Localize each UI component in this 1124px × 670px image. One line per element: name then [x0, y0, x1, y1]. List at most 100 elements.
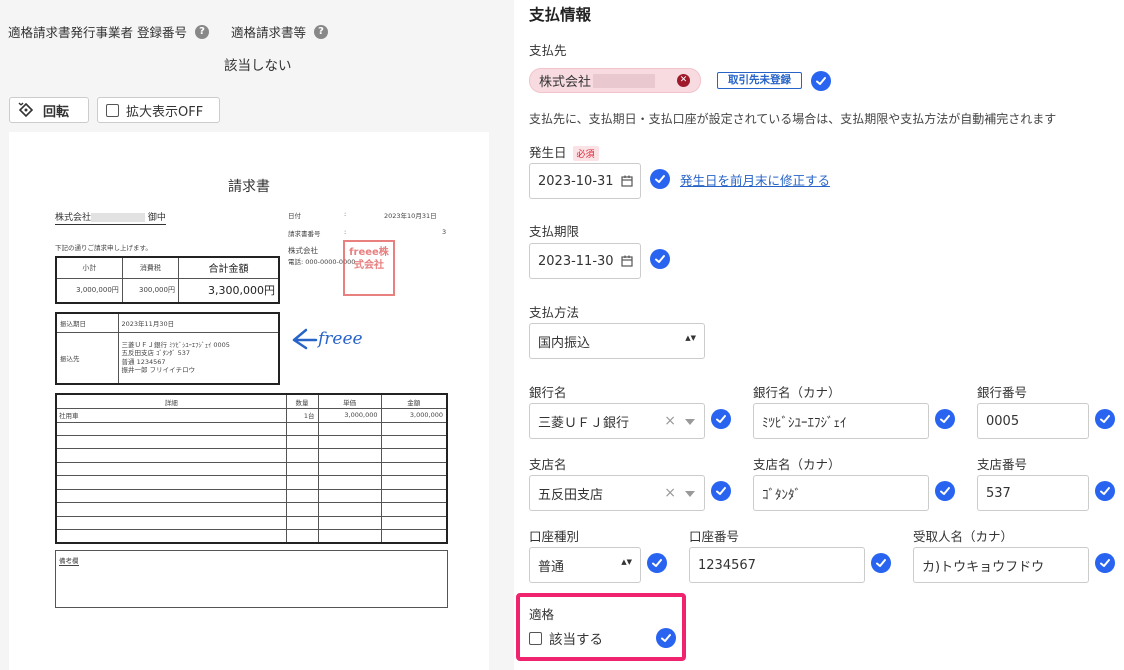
recipient-input[interactable]: カ)トウキョウフドウ	[913, 547, 1089, 583]
question-circle-icon[interactable]: ?	[314, 24, 328, 39]
partner-name: 株式会社	[539, 75, 592, 90]
bank-code-value: 0005	[986, 413, 1020, 429]
table-row	[55, 421, 448, 436]
partner-chip[interactable]: 株式会社 ✕	[529, 68, 701, 93]
summary-table: 小計 消費税 合計金額 3,000,000円 300,000円 3,300,00…	[55, 256, 280, 304]
close-icon[interactable]: ✕	[677, 74, 690, 87]
check-circle-icon	[650, 169, 670, 189]
remarks-label: 備考欄	[59, 557, 79, 566]
account-number-input[interactable]: 1234567	[689, 547, 865, 583]
branch-combobox[interactable]: 五反田支店 ×	[529, 475, 705, 511]
detail-header: 数量	[285, 393, 319, 410]
branch-value: 五反田支店	[538, 487, 604, 503]
partner-label: 支払先	[529, 43, 567, 58]
qualified-checkbox[interactable]	[529, 631, 542, 645]
zoom-toggle[interactable]: 拡大表示OFF	[97, 97, 220, 123]
due-date-value: 2023-11-30	[538, 253, 614, 269]
account-number-label: 口座番号	[689, 529, 740, 544]
branch-label: 支店名	[529, 457, 567, 472]
branch-kana-value: ｺﾞﾀﾝﾀﾞ	[762, 487, 801, 503]
client-suffix: 御中	[147, 213, 166, 223]
table-row	[55, 515, 448, 531]
check-circle-icon	[711, 481, 731, 501]
rotate-button[interactable]: 回転	[9, 97, 89, 123]
calendar-icon[interactable]	[621, 175, 633, 187]
chevron-down-icon[interactable]	[685, 491, 695, 497]
bank-name-label: 銀行名	[529, 385, 567, 400]
close-icon[interactable]: ×	[664, 485, 676, 501]
select-arrows-icon: ▲▼	[685, 334, 696, 342]
branch-kana-input[interactable]: ｺﾞﾀﾝﾀﾞ	[753, 475, 929, 511]
date-colon: :	[344, 210, 347, 218]
qualified-label: 適格	[529, 607, 555, 622]
zoom-checkbox[interactable]	[106, 103, 119, 117]
due-date-label: 支払期限	[529, 224, 580, 239]
due-value: 2023年11月30日	[117, 312, 280, 333]
table-row	[55, 475, 448, 490]
number-value: 3	[442, 228, 447, 236]
freee-logo-text: freee	[316, 329, 363, 349]
redacted-block	[593, 73, 656, 88]
bank-name-combobox[interactable]: 三菱ＵＦＪ銀行 ×	[529, 403, 705, 439]
qualified-invoice-label: 適格請求書等	[230, 25, 306, 40]
dest-line: 三菱ＵＦＪ銀行 ﾐﾂﾋﾞｼﾕｰｴﾌｼﾞｪｲ 0005	[121, 340, 230, 349]
branch-kana-label: 支店名（カナ）	[753, 457, 841, 472]
table-row	[55, 502, 448, 517]
autofill-note: 支払先に、支払期日・支払口座が設定されている場合は、支払期限や支払方法が自動補完…	[529, 112, 1057, 126]
account-type-label: 口座種別	[529, 529, 580, 544]
check-circle-icon	[935, 409, 955, 429]
branch-code-value: 537	[986, 485, 1011, 501]
table-row	[55, 448, 448, 463]
qualified-invoice-value: 該当しない	[224, 58, 292, 74]
issue-date-label-text: 発生日	[529, 145, 567, 160]
qualified-checkbox-row[interactable]: 該当する	[529, 628, 603, 648]
invoice-document: 請求書 株式会社 御中 日付 : 2023年10月31日 請求書番号 : 3 株…	[9, 132, 489, 670]
dest-value: 三菱ＵＦＪ銀行 ﾐﾂﾋﾞｼﾕｰｴﾌｼﾞｪｲ 0005 五反田支店 ｺﾞﾀﾝﾀﾞ …	[117, 331, 280, 385]
payment-method-label: 支払方法	[529, 305, 580, 320]
account-type-select[interactable]: 普通 ▲▼	[529, 547, 641, 583]
question-circle-icon[interactable]: ?	[194, 24, 209, 39]
tax-value: 300,000円	[121, 277, 179, 304]
detail-cell: 社用車	[55, 408, 287, 423]
table-row	[55, 488, 448, 504]
due-label: 振込期日	[55, 312, 119, 333]
table-row	[55, 434, 448, 450]
dest-label: 振込先	[55, 331, 119, 385]
fix-issue-date-link[interactable]: 発生日を前月末に修正する	[680, 170, 830, 189]
bank-kana-input[interactable]: ﾐﾂﾋﾞｼﾕｰｴﾌｼﾞｪｲ	[753, 403, 929, 439]
rotate-label: 回転	[43, 104, 70, 120]
redacted-block	[91, 213, 146, 222]
check-circle-icon	[711, 409, 731, 429]
check-circle-icon	[1095, 409, 1115, 429]
issuer-name: 株式会社	[288, 246, 318, 255]
close-icon[interactable]: ×	[664, 413, 676, 429]
payment-method-value: 国内振込	[538, 335, 591, 351]
number-colon: :	[344, 228, 347, 236]
zoom-label: 拡大表示OFF	[126, 104, 204, 120]
dest-line: 振井一郎 フリイイチロウ	[121, 366, 196, 375]
recipient-label: 受取人名（カナ）	[913, 529, 1014, 544]
payment-method-select[interactable]: 国内振込 ▲▼	[529, 323, 705, 359]
branch-code-label: 支店番号	[977, 457, 1028, 472]
detail-header: 単価	[317, 393, 382, 410]
freee-logo: freee	[292, 328, 363, 350]
section-title: 支払情報	[529, 6, 592, 24]
bank-kana-label: 銀行名（カナ）	[753, 385, 841, 400]
table-row	[55, 529, 448, 544]
summary-header: 合計金額	[177, 256, 280, 279]
branch-code-input[interactable]: 537	[977, 475, 1089, 511]
issue-date-input[interactable]: 2023-10-31	[529, 163, 641, 199]
total-value: 3,300,000円	[177, 277, 280, 304]
account-type-value: 普通	[538, 559, 565, 575]
bank-kana-value: ﾐﾂﾋﾞｼﾕｰｴﾌｼﾞｪｲ	[762, 415, 847, 431]
calendar-icon[interactable]	[621, 255, 633, 267]
qualified-checkbox-label: 該当する	[549, 632, 603, 648]
detail-table: 詳細 数量 単価 金額 社用車 1台 3,000,000 3,000,000	[55, 393, 448, 544]
payment-table: 振込期日 2023年11月30日 振込先 三菱ＵＦＪ銀行 ﾐﾂﾋﾞｼﾕｰｴﾌｼﾞ…	[55, 312, 280, 385]
client-prefix: 株式会社	[55, 213, 92, 223]
unregistered-partner-button[interactable]: 取引先未登録	[717, 72, 802, 89]
bank-code-input[interactable]: 0005	[977, 403, 1089, 439]
due-date-input[interactable]: 2023-11-30	[529, 243, 641, 279]
chevron-down-icon[interactable]	[685, 419, 695, 425]
registration-number-label: 適格請求書発行事業者 登録番号	[8, 25, 187, 40]
